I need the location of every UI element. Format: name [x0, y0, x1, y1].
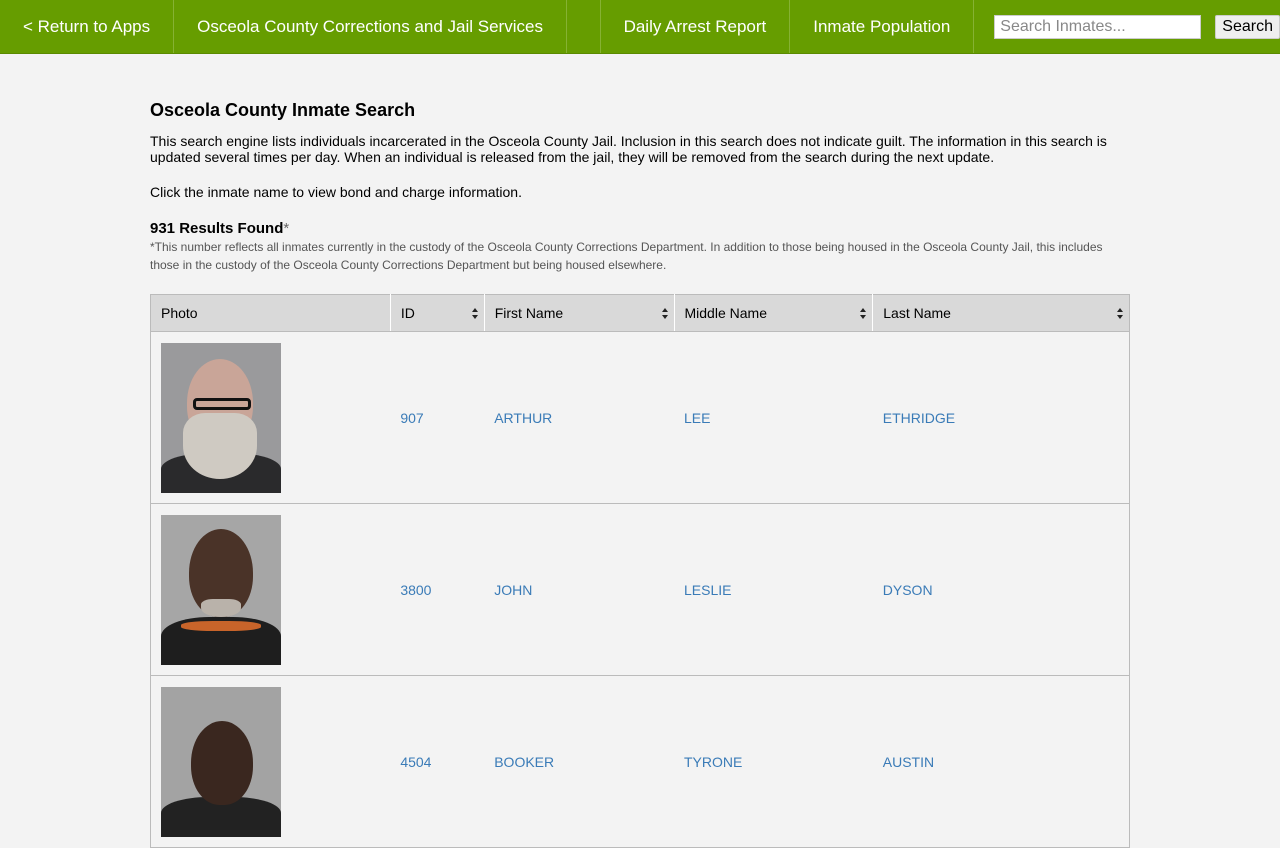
photo-cell — [150, 331, 391, 504]
inmate-id-link[interactable]: 3800 — [400, 582, 431, 598]
inmate-population-link[interactable]: Inmate Population — [790, 0, 975, 53]
search-inmates-input[interactable] — [994, 14, 1202, 39]
photo-beard — [183, 412, 257, 479]
results-footnote: *This number reflects all inmates curren… — [150, 240, 1103, 272]
results-asterisk: * — [283, 220, 290, 237]
sort-icon[interactable] — [860, 308, 867, 319]
main-content: Osceola County Inmate Search This search… — [150, 54, 1130, 848]
top-navbar: < Return to Apps Osceola County Correcti… — [0, 0, 1280, 54]
column-header-middle-name[interactable]: Middle Name — [674, 294, 874, 332]
table-header-row: Photo ID First Name Middle Name Last Nam… — [150, 294, 1130, 332]
column-header-photo-label: Photo — [161, 305, 198, 321]
inmate-first-name-link[interactable]: BOOKER — [494, 754, 554, 770]
daily-arrest-report-link[interactable]: Daily Arrest Report — [601, 0, 791, 53]
sort-icon[interactable] — [471, 308, 478, 319]
table-row: 4504 BOOKER TYRONE AUSTIN — [150, 675, 1130, 848]
inmate-last-name-link[interactable]: ETHRIDGE — [883, 410, 955, 426]
column-header-first-name-label: First Name — [494, 305, 564, 321]
intro-text: This search engine lists individuals inc… — [150, 133, 1107, 165]
nav-search-form: Search — [974, 0, 1280, 53]
inmate-id-link[interactable]: 4504 — [400, 754, 431, 770]
photo-cell — [150, 503, 391, 676]
inmate-table: Photo ID First Name Middle Name Last Nam… — [150, 294, 1130, 848]
nav-spacer — [567, 0, 601, 53]
site-title-link[interactable]: Osceola County Corrections and Jail Serv… — [174, 0, 567, 53]
inmate-photo[interactable] — [161, 342, 281, 493]
photo-cell — [150, 675, 391, 848]
inmate-last-name-link[interactable]: AUSTIN — [883, 754, 934, 770]
column-header-last-name-label: Last Name — [883, 305, 951, 321]
column-header-photo: Photo — [150, 294, 391, 332]
inmate-photo[interactable] — [161, 686, 281, 837]
column-header-middle-name-label: Middle Name — [684, 305, 767, 321]
inmate-middle-name-link[interactable]: TYRONE — [684, 754, 742, 770]
inmate-id-link[interactable]: 907 — [400, 410, 423, 426]
column-header-id-label: ID — [400, 305, 415, 321]
photo-collar — [181, 620, 261, 631]
inmate-middle-name-link[interactable]: LEE — [684, 410, 710, 426]
click-note: Click the inmate name to view bond and c… — [150, 184, 522, 200]
table-row: 907 ARTHUR LEE ETHRIDGE — [150, 331, 1130, 504]
search-button[interactable]: Search — [1215, 14, 1280, 39]
inmate-first-name-link[interactable]: ARTHUR — [494, 410, 552, 426]
inmate-last-name-link[interactable]: DYSON — [883, 582, 933, 598]
column-header-first-name[interactable]: First Name — [484, 294, 675, 332]
results-count-text: 931 Results Found — [150, 220, 284, 237]
table-row: 3800 JOHN LESLIE DYSON — [150, 503, 1130, 676]
return-to-apps-link[interactable]: < Return to Apps — [0, 0, 175, 53]
sort-icon[interactable] — [661, 308, 668, 319]
results-count: 931 Results Found* — [150, 220, 1130, 237]
photo-head — [191, 720, 253, 805]
photo-beard — [201, 598, 241, 617]
inmate-photo[interactable] — [161, 514, 281, 665]
sort-icon[interactable] — [1117, 308, 1123, 319]
column-header-last-name[interactable]: Last Name — [872, 294, 1130, 332]
glasses-icon — [193, 397, 251, 410]
inmate-first-name-link[interactable]: JOHN — [494, 582, 532, 598]
page-title: Osceola County Inmate Search — [150, 100, 416, 120]
inmate-middle-name-link[interactable]: LESLIE — [684, 582, 731, 598]
column-header-id[interactable]: ID — [390, 294, 485, 332]
